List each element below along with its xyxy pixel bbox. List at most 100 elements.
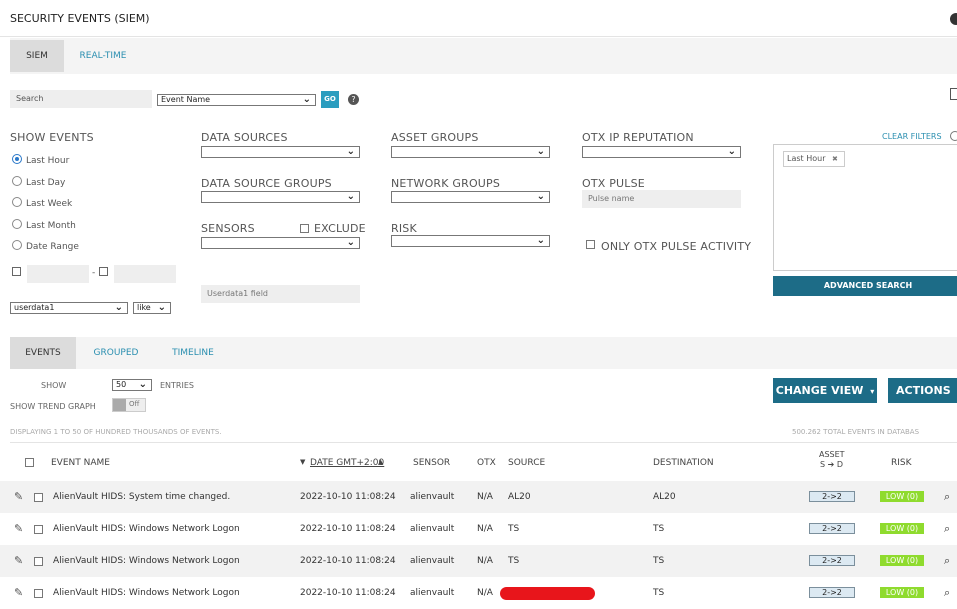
export-icon[interactable] [950, 88, 957, 100]
search-type-select[interactable]: Event Name ⌄ [157, 94, 316, 106]
row-checkbox[interactable] [34, 525, 43, 534]
date-to-input[interactable] [114, 265, 176, 283]
userdata-select[interactable]: userdata1 ⌄ [10, 302, 128, 314]
sensors-select[interactable]: ⌄ [201, 237, 360, 249]
tab-siem[interactable]: SIEM [10, 40, 64, 72]
row-destination[interactable]: TS [653, 513, 664, 545]
data-sources-select[interactable]: ⌄ [201, 146, 360, 158]
actions-label: ACTIONS [896, 384, 951, 397]
row-asset-badge[interactable]: 2->2 [809, 491, 855, 502]
row-source[interactable]: AL20 [508, 481, 531, 513]
header-risk: RISK [891, 458, 912, 468]
row-checkbox[interactable] [34, 557, 43, 566]
row-otx: N/A [477, 588, 493, 598]
row-asset-badge[interactable]: 2->2 [809, 555, 855, 566]
row-otx: N/A [477, 492, 493, 502]
advanced-search-button[interactable]: ADVANCED SEARCH [773, 276, 957, 296]
entries-select[interactable]: 50 ⌄ [112, 379, 152, 391]
date-from-input[interactable] [27, 265, 89, 283]
header-event-name[interactable]: EVENT NAME [51, 458, 110, 468]
tab-real-time[interactable]: REAL-TIME [64, 40, 142, 72]
row-event-name[interactable]: AlienVault HIDS: Windows Network Logon [53, 513, 240, 545]
row-source[interactable]: TS [508, 513, 519, 545]
calendar-icon-from[interactable] [12, 267, 21, 276]
otx-pulse-label: OTX PULSE [582, 177, 645, 190]
table-row[interactable]: ✎ AlienVault HIDS: Windows Network Logon… [0, 577, 957, 602]
pulse-name-input[interactable]: Pulse name [582, 190, 741, 208]
radio-label-last-week: Last Week [26, 199, 73, 209]
like-select[interactable]: like ⌄ [133, 302, 171, 314]
redaction-mark [500, 587, 595, 600]
tab-timeline[interactable]: TIMELINE [160, 337, 226, 369]
radio-last-month[interactable] [12, 219, 22, 229]
actions-button[interactable]: ACTIONS ▾ [888, 378, 957, 421]
header-source: SOURCE [508, 458, 546, 468]
radio-last-hour[interactable] [12, 154, 22, 164]
search-icon[interactable]: ⌕ [944, 513, 950, 545]
trend-label: SHOW TREND GRAPH [10, 402, 96, 411]
pin-icon[interactable]: ✎ [14, 513, 23, 545]
sort-down-icon[interactable]: ▼ [300, 458, 305, 466]
row-destination[interactable]: TS [653, 577, 664, 609]
header-otx: OTX [477, 458, 496, 468]
clear-filters-link[interactable]: CLEAR FILTERS [882, 132, 942, 141]
sort-up-icon[interactable]: ▲ [378, 458, 383, 466]
displaying-summary: DISPLAYING 1 TO 50 OF HUNDRED THOUSANDS … [10, 428, 222, 436]
row-date: 2022-10-10 11:08:24 [300, 492, 396, 502]
radio-label-last-month: Last Month [26, 221, 76, 231]
userdata-field-input[interactable]: Userdata1 field [201, 285, 360, 303]
pin-icon[interactable]: ✎ [14, 481, 23, 513]
search-icon[interactable]: ⌕ [944, 577, 950, 609]
table-row[interactable]: ✎ AlienVault HIDS: Windows Network Logon… [0, 513, 957, 545]
caret-down-icon: ▾ [870, 387, 875, 396]
clear-filters-icon[interactable] [950, 131, 957, 141]
table-row[interactable]: ✎ AlienVault HIDS: System time changed. … [0, 481, 957, 513]
asset-groups-select[interactable]: ⌄ [391, 146, 550, 158]
select-all-checkbox[interactable] [25, 458, 34, 467]
radio-last-day[interactable] [12, 176, 22, 186]
tab-grouped[interactable]: GROUPED [84, 337, 148, 369]
close-icon[interactable]: ✖ [832, 155, 838, 163]
header-date[interactable]: DATE GMT+2:00 [310, 458, 384, 468]
row-date: 2022-10-10 11:08:24 [300, 524, 396, 534]
only-otx-checkbox[interactable] [586, 240, 595, 249]
row-otx: N/A [477, 524, 493, 534]
row-sensor: alienvault [410, 524, 455, 534]
search-input[interactable]: Search [10, 90, 152, 108]
radio-date-range[interactable] [12, 240, 22, 250]
change-view-button[interactable]: CHANGE VIEW ▾ [773, 378, 877, 403]
row-source[interactable]: TS [508, 545, 519, 577]
exclude-checkbox[interactable] [300, 224, 309, 233]
row-date: 2022-10-10 11:08:24 [300, 556, 396, 566]
row-event-name[interactable]: AlienVault HIDS: Windows Network Logon [53, 545, 240, 577]
go-button[interactable]: GO [321, 91, 339, 108]
row-checkbox[interactable] [34, 589, 43, 598]
row-asset-badge[interactable]: 2->2 [809, 587, 855, 598]
pin-icon[interactable]: ✎ [14, 545, 23, 577]
calendar-icon-to[interactable] [99, 267, 108, 276]
trend-toggle[interactable]: Off [112, 398, 146, 412]
row-event-name[interactable]: AlienVault HIDS: System time changed. [53, 481, 230, 513]
risk-select[interactable]: ⌄ [391, 235, 550, 247]
row-sensor: alienvault [410, 556, 455, 566]
row-checkbox[interactable] [34, 493, 43, 502]
otx-ip-select[interactable]: ⌄ [582, 146, 741, 158]
search-icon[interactable]: ⌕ [944, 545, 950, 577]
row-asset-badge[interactable]: 2->2 [809, 523, 855, 534]
row-event-name[interactable]: AlienVault HIDS: Windows Network Logon [53, 577, 240, 609]
chevron-down-icon: ⌄ [346, 237, 355, 248]
radio-last-week[interactable] [12, 197, 22, 207]
pin-icon[interactable]: ✎ [14, 577, 23, 609]
search-help-icon[interactable]: ? [348, 94, 359, 105]
row-destination[interactable]: AL20 [653, 481, 676, 513]
help-icon[interactable] [950, 13, 957, 25]
chevron-down-icon: ⌄ [346, 146, 355, 157]
trend-toggle-knob [113, 399, 126, 411]
tab-events[interactable]: EVENTS [10, 337, 76, 369]
search-icon[interactable]: ⌕ [944, 481, 950, 513]
network-groups-select[interactable]: ⌄ [391, 191, 550, 203]
view-tabbar [10, 337, 957, 369]
data-source-groups-select[interactable]: ⌄ [201, 191, 360, 203]
row-destination[interactable]: TS [653, 545, 664, 577]
table-row[interactable]: ✎ AlienVault HIDS: Windows Network Logon… [0, 545, 957, 577]
